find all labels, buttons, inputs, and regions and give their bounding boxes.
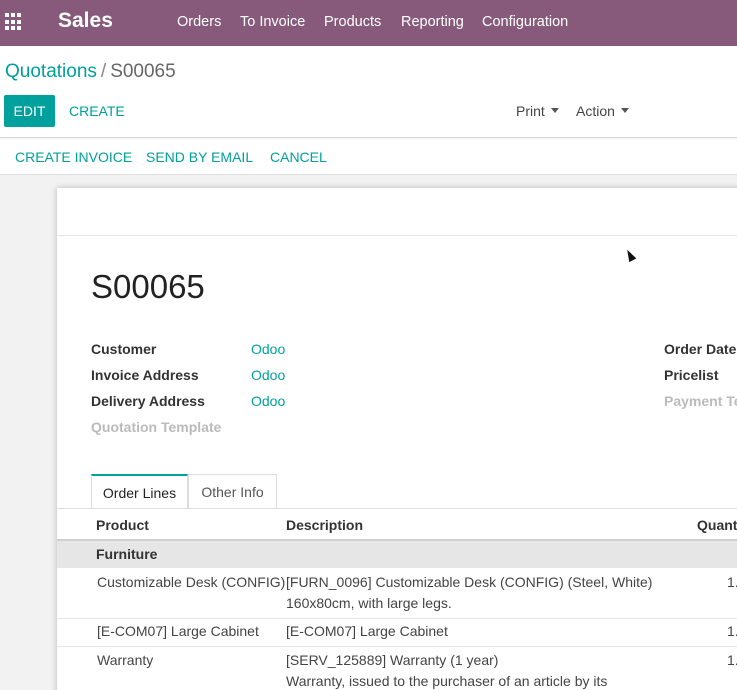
quotation-template-label: Quotation Template (91, 419, 222, 435)
customer-value[interactable]: Odoo (251, 341, 285, 357)
record-title: S00065 (91, 268, 205, 305)
tab-order-lines[interactable]: Order Lines (91, 474, 188, 509)
delivery-address-label: Delivery Address (91, 393, 205, 409)
row-3-description[interactable]: [SERV_125889] Warranty (1 year) (286, 650, 498, 671)
breadcrumb-separator: / (100, 61, 107, 82)
cancel-button[interactable]: CANCEL (270, 149, 327, 165)
action-dropdown[interactable]: Action (576, 103, 629, 119)
breadcrumb: Quotations / S00065 (5, 61, 176, 83)
row-2-quantity[interactable]: 1. (727, 621, 737, 642)
create-invoice-button[interactable]: CREATE INVOICE (15, 149, 132, 165)
form-sheet: S00065 Customer Odoo Invoice Address Odo… (57, 188, 737, 690)
row-divider (57, 618, 737, 619)
row-divider (57, 646, 737, 647)
pricelist-label: Pricelist (664, 367, 719, 383)
row-2-product[interactable]: [E-COM07] Large Cabinet (97, 621, 259, 642)
row-2-description[interactable]: [E-COM07] Large Cabinet (286, 621, 448, 642)
order-date-label: Order Date (664, 341, 737, 357)
tabs-divider (57, 508, 737, 509)
section-label: Furniture (96, 546, 158, 562)
breadcrumb-current: S00065 (110, 61, 176, 82)
section-row[interactable]: Furniture (57, 541, 737, 568)
row-3-description-line2[interactable]: Warranty, issued to the purchaser of an … (286, 671, 607, 690)
tab-other-info[interactable]: Other Info (188, 474, 277, 509)
column-header-description[interactable]: Description (286, 517, 363, 533)
caret-down-icon (550, 107, 559, 113)
create-button[interactable]: CREATE (69, 103, 125, 119)
column-header-product[interactable]: Product (96, 517, 149, 533)
apps-menu-icon[interactable] (5, 13, 23, 31)
statusbar: CREATE INVOICE SEND BY EMAIL CANCEL (0, 139, 737, 175)
invoice-address-label: Invoice Address (91, 367, 199, 383)
delivery-address-value[interactable]: Odoo (251, 393, 285, 409)
row-1-quantity[interactable]: 1. (727, 572, 737, 593)
row-1-description[interactable]: [FURN_0096] Customizable Desk (CONFIG) (… (286, 572, 652, 593)
menu-reporting[interactable]: Reporting (401, 14, 464, 30)
menu-products[interactable]: Products (324, 14, 381, 30)
menu-configuration[interactable]: Configuration (482, 14, 568, 30)
menu-to-invoice[interactable]: To Invoice (240, 14, 305, 30)
column-header-quantity[interactable]: Quanti (697, 517, 737, 533)
payment-terms-label: Payment Te (664, 393, 737, 409)
print-label: Print (516, 103, 545, 119)
control-panel: Quotations / S00065 EDIT CREATE Print Acti… (0, 46, 737, 138)
breadcrumb-quotations-link[interactable]: Quotations (5, 61, 97, 82)
print-dropdown[interactable]: Print (516, 103, 559, 119)
menu-orders[interactable]: Orders (177, 14, 221, 30)
edit-button[interactable]: EDIT (4, 95, 55, 127)
customer-label: Customer (91, 341, 157, 357)
row-3-product[interactable]: Warranty (97, 650, 153, 671)
row-1-product[interactable]: Customizable Desk (CONFIG) (97, 572, 285, 593)
app-brand[interactable]: Sales (58, 9, 113, 33)
row-1-description-line2[interactable]: 160x80cm, with large legs. (286, 593, 452, 614)
top-navbar: Sales Orders To Invoice Products Reporti… (0, 0, 737, 46)
action-label: Action (576, 103, 615, 119)
send-by-email-button[interactable]: SEND BY EMAIL (146, 149, 253, 165)
caret-down-icon (620, 107, 629, 113)
invoice-address-value[interactable]: Odoo (251, 367, 285, 383)
row-3-quantity[interactable]: 1. (727, 650, 737, 671)
sheet-header (57, 188, 737, 236)
